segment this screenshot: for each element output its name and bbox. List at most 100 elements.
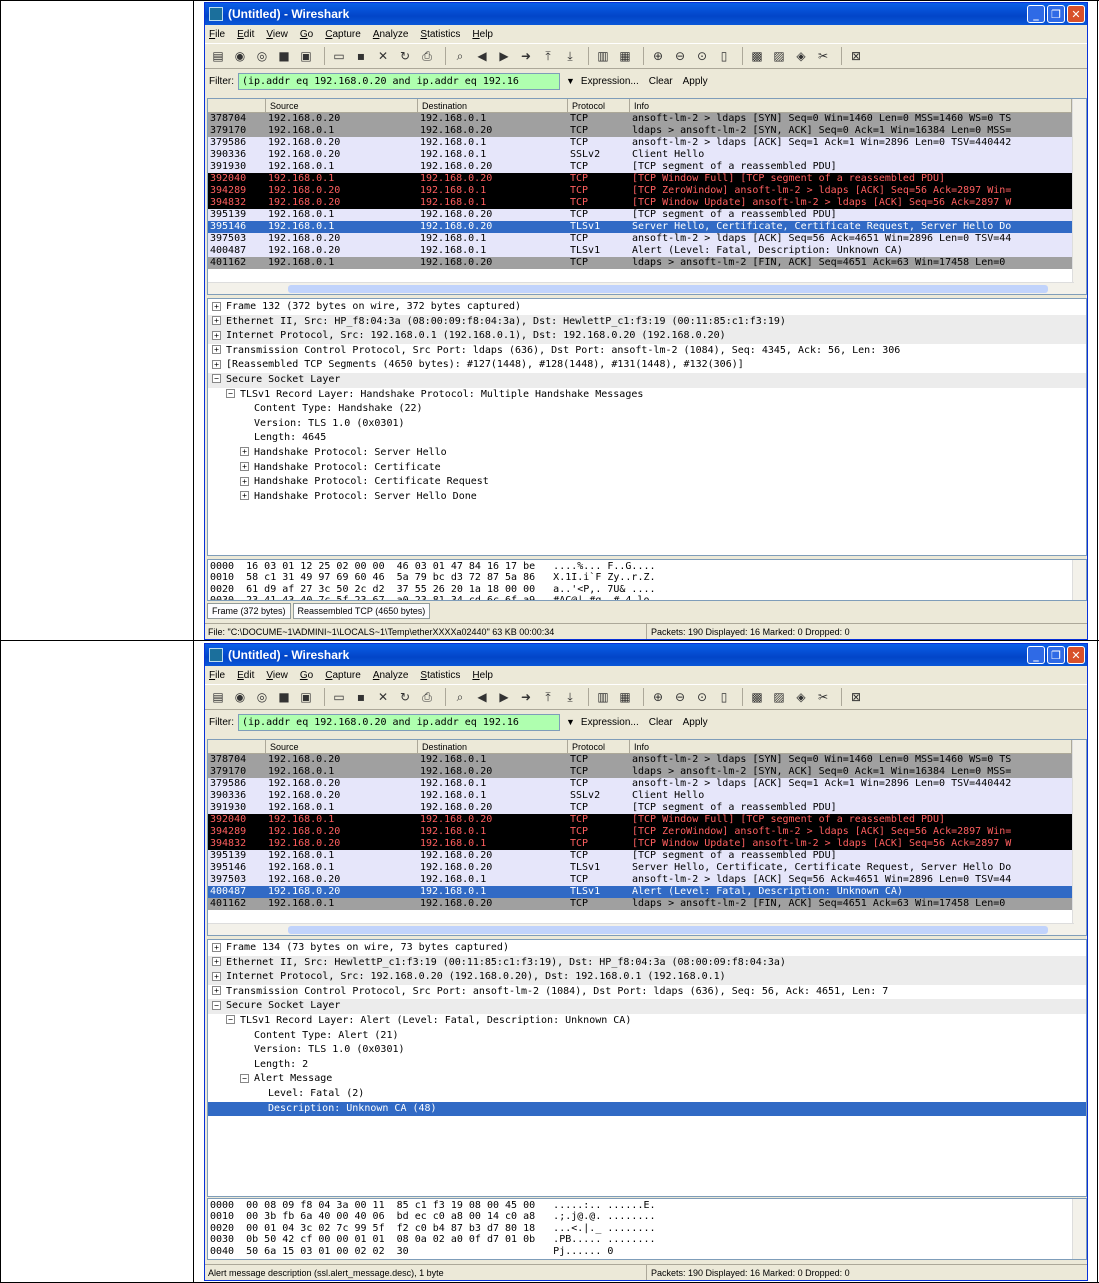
expand-icon[interactable]: + [212, 316, 221, 326]
expand-icon[interactable]: + [212, 301, 221, 311]
tree-node[interactable]: Content Type: Alert (21) [208, 1029, 1086, 1044]
tree-node[interactable]: + Handshake Protocol: Certificate Request [208, 475, 1086, 490]
zoom-out-icon[interactable]: ⊖ [671, 688, 689, 706]
clear-button[interactable]: Clear [649, 76, 673, 87]
chevron-down-icon[interactable]: ▼ [566, 717, 575, 727]
display-filter-icon[interactable]: ▨ [770, 47, 788, 65]
minimize-button[interactable]: _ [1027, 5, 1045, 23]
forward-icon[interactable]: ▶ [495, 47, 513, 65]
collapse-icon[interactable]: − [240, 1073, 249, 1083]
list-icon[interactable]: ▤ [209, 688, 227, 706]
packet-row[interactable]: 395146 192.168.0.1 192.168.0.20 TLSv1 Server… [208, 862, 1086, 874]
expression-button[interactable]: Expression... [581, 717, 639, 728]
autoscroll-icon[interactable]: ▦ [616, 688, 634, 706]
expand-icon[interactable]: + [212, 330, 221, 340]
options-icon[interactable]: ▣ [297, 47, 315, 65]
column-header-destination[interactable]: Destination [418, 740, 568, 753]
tree-node[interactable]: + Internet Protocol, Src: 192.168.0.1 (19… [208, 329, 1086, 344]
filter-input[interactable]: (ip.addr eq 192.168.0.20 and ip.addr eq … [238, 72, 560, 90]
maximize-button[interactable]: ❐ [1047, 646, 1065, 664]
tree-node[interactable]: − TLSv1 Record Layer: Alert (Level: Fatal… [208, 1014, 1086, 1029]
packet-row[interactable]: 391930 192.168.0.1 192.168.0.20 TCP [TCP seg… [208, 161, 1086, 173]
hex-row[interactable]: 0020 00 01 04 3c 02 7c 99 5f f2 c0 b4 87… [208, 1223, 1086, 1234]
go-to-icon[interactable]: ➜ [517, 688, 535, 706]
restart-icon[interactable]: ◎ [253, 688, 271, 706]
hex-row[interactable]: 0030 23 41 43 40 7c 5f 23 67 a0 23 81 34… [208, 595, 1086, 600]
close-button[interactable]: ✕ [1067, 5, 1085, 23]
find-icon[interactable]: ⌕ [451, 47, 469, 65]
scrollbar-thumb[interactable] [288, 285, 1048, 293]
menu-view[interactable]: View [266, 29, 288, 40]
packet-list-vertical-scrollbar[interactable] [1072, 740, 1086, 935]
packet-row[interactable]: 394289 192.168.0.20 192.168.0.1 TCP [TCP Zer… [208, 826, 1086, 838]
resize-columns-icon[interactable]: ▯ [715, 688, 733, 706]
clear-button[interactable]: Clear [649, 717, 673, 728]
resize-columns-icon[interactable]: ▯ [715, 47, 733, 65]
capture-filter-icon[interactable]: ▩ [748, 688, 766, 706]
menu-go[interactable]: Go [300, 670, 313, 681]
packet-row[interactable]: 379586 192.168.0.20 192.168.0.1 TCP ansoft-l… [208, 778, 1086, 790]
filter-input[interactable]: (ip.addr eq 192.168.0.20 and ip.addr eq … [238, 713, 560, 731]
tree-node[interactable]: − Alert Message [208, 1072, 1086, 1087]
menu-analyze[interactable]: Analyze [373, 29, 409, 40]
hex-vertical-scrollbar[interactable] [1072, 1199, 1086, 1259]
packet-row[interactable]: 391930 192.168.0.1 192.168.0.20 TCP [TCP seg… [208, 802, 1086, 814]
menu-statistics[interactable]: Statistics [420, 670, 460, 681]
start-capture-icon[interactable]: ◉ [231, 688, 249, 706]
column-header-no[interactable] [208, 740, 266, 753]
colorize-icon[interactable]: ▥ [594, 688, 612, 706]
zoom-in-icon[interactable]: ⊕ [649, 688, 667, 706]
expand-icon[interactable]: + [212, 359, 221, 369]
tree-node[interactable]: + [Reassembled TCP Segments (4650 bytes):… [208, 358, 1086, 373]
tree-node[interactable]: Length: 2 [208, 1058, 1086, 1073]
menu-view[interactable]: View [266, 670, 288, 681]
stop-icon[interactable]: ■ [275, 688, 293, 706]
tree-node[interactable]: + Handshake Protocol: Certificate [208, 461, 1086, 476]
display-filter-icon[interactable]: ▨ [770, 688, 788, 706]
tree-node[interactable]: Level: Fatal (2) [208, 1087, 1086, 1102]
reload-icon[interactable]: ↻ [396, 47, 414, 65]
tree-node[interactable]: − Secure Socket Layer [208, 999, 1086, 1014]
tab-byte-view[interactable]: Reassembled TCP (4650 bytes) [292, 603, 431, 619]
coloring-rules-icon[interactable]: ◈ [792, 47, 810, 65]
expand-icon[interactable]: + [212, 957, 221, 967]
packet-row[interactable]: 401162 192.168.0.1 192.168.0.20 TCP ldaps > … [208, 257, 1086, 269]
packet-row[interactable]: 390336 192.168.0.20 192.168.0.1 SSLv2 Client… [208, 790, 1086, 802]
help-icon[interactable]: ⊠ [847, 688, 865, 706]
help-icon[interactable]: ⊠ [847, 47, 865, 65]
expand-icon[interactable]: + [240, 476, 249, 486]
start-capture-icon[interactable]: ◉ [231, 47, 249, 65]
packet-row[interactable]: 394832 192.168.0.20 192.168.0.1 TCP [TCP Win… [208, 838, 1086, 850]
menu-statistics[interactable]: Statistics [420, 29, 460, 40]
save-icon[interactable]: ▪ [352, 688, 370, 706]
autoscroll-icon[interactable]: ▦ [616, 47, 634, 65]
tree-node[interactable]: Version: TLS 1.0 (0x0301) [208, 1043, 1086, 1058]
preferences-icon[interactable]: ✂ [814, 47, 832, 65]
tree-node[interactable]: Version: TLS 1.0 (0x0301) [208, 417, 1086, 432]
expand-icon[interactable]: + [212, 986, 221, 996]
tree-node[interactable]: + Frame 134 (73 bytes on wire, 73 bytes c… [208, 941, 1086, 956]
hex-row[interactable]: 0040 50 6a 15 03 01 00 02 02 30 Pj......… [208, 1246, 1086, 1257]
tree-node[interactable]: + Transmission Control Protocol, Src Port… [208, 344, 1086, 359]
back-icon[interactable]: ◀ [473, 47, 491, 65]
hex-row[interactable]: 0010 00 3b fb 6a 40 00 40 06 bd ec c0 a8… [208, 1211, 1086, 1222]
find-icon[interactable]: ⌕ [451, 688, 469, 706]
packet-row[interactable]: 400487 192.168.0.20 192.168.0.1 TLSv1 Alert … [208, 886, 1086, 898]
expand-icon[interactable]: + [212, 345, 221, 355]
menu-file[interactable]: File [209, 670, 225, 681]
packet-row[interactable]: 379586 192.168.0.20 192.168.0.1 TCP ansoft-l… [208, 137, 1086, 149]
bottom-icon[interactable]: ⤓ [561, 688, 579, 706]
colorize-icon[interactable]: ▥ [594, 47, 612, 65]
packet-row[interactable]: 378704 192.168.0.20 192.168.0.1 TCP ansoft-l… [208, 113, 1086, 125]
menu-edit[interactable]: Edit [237, 670, 254, 681]
packet-row[interactable]: 395146 192.168.0.1 192.168.0.20 TLSv1 Server… [208, 221, 1086, 233]
tree-node[interactable]: + Frame 132 (372 bytes on wire, 372 bytes… [208, 300, 1086, 315]
restart-icon[interactable]: ◎ [253, 47, 271, 65]
print-icon[interactable]: ⎙ [418, 47, 436, 65]
close-file-icon[interactable]: ✕ [374, 688, 392, 706]
column-header-info[interactable]: Info [630, 740, 1072, 753]
packet-row[interactable]: 400487 192.168.0.20 192.168.0.1 TLSv1 Alert … [208, 245, 1086, 257]
collapse-icon[interactable]: − [212, 1000, 221, 1010]
packet-row[interactable]: 397503 192.168.0.20 192.168.0.1 TCP ansoft-l… [208, 233, 1086, 245]
capture-filter-icon[interactable]: ▩ [748, 47, 766, 65]
